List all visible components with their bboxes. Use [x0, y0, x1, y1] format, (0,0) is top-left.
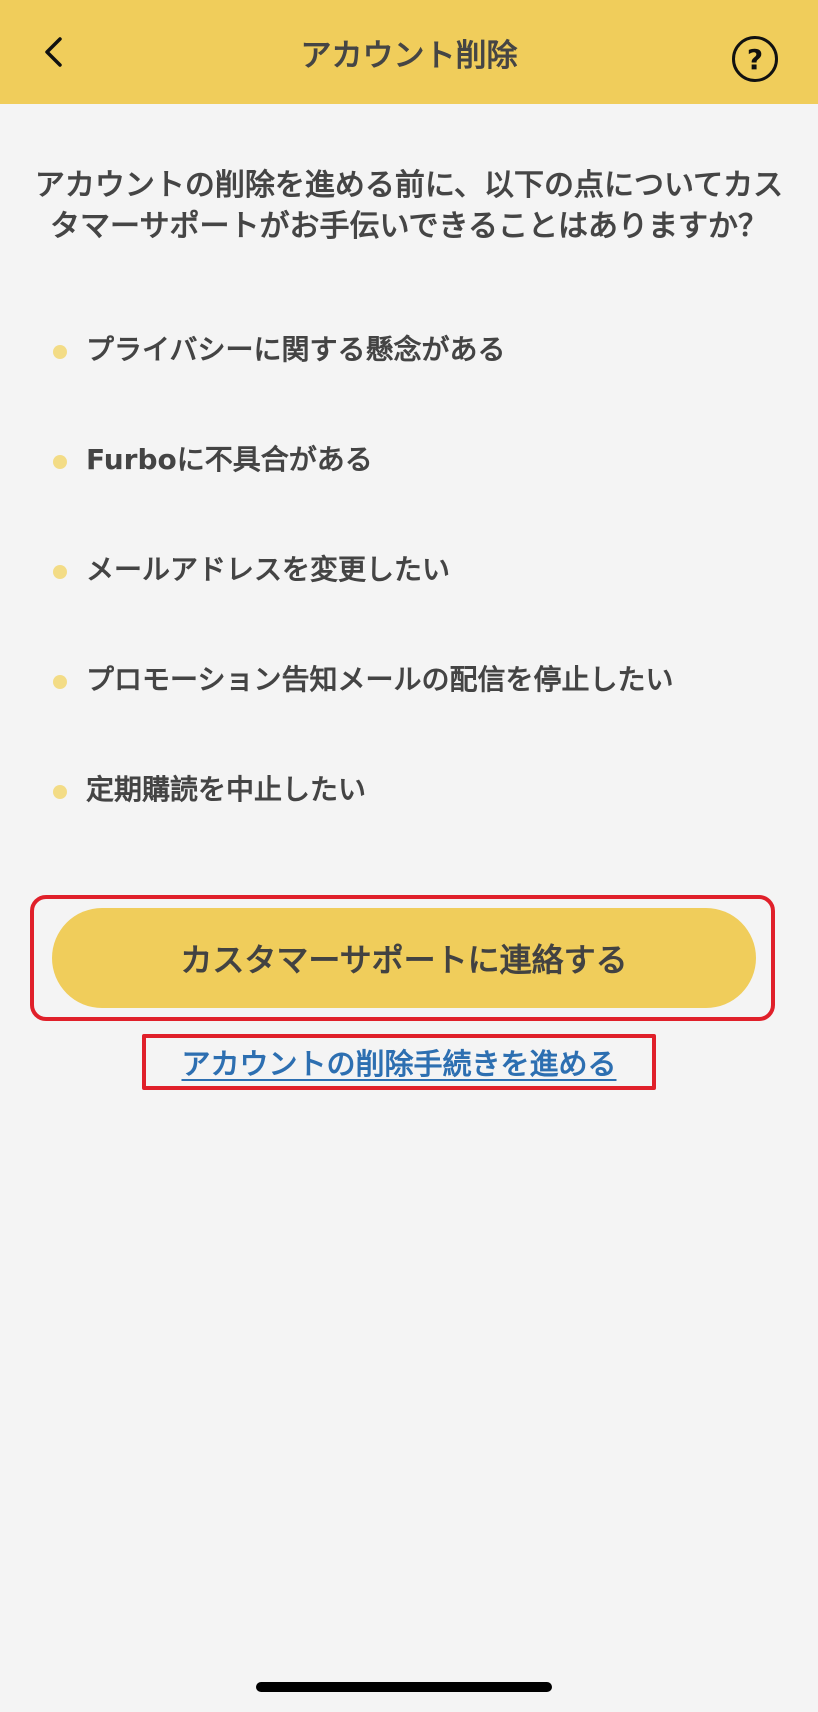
list-item: 定期購読を中止したい	[0, 752, 818, 862]
app-header: アカウント削除 ?	[0, 0, 818, 104]
bullet-dot-icon	[53, 565, 67, 579]
page-title: アカウント削除	[300, 37, 518, 74]
bullet-dot-icon	[53, 345, 67, 359]
reason-label: 定期購読を中止したい	[86, 773, 367, 806]
bullet-dot-icon	[53, 455, 67, 469]
back-button[interactable]	[28, 26, 80, 78]
home-indicator[interactable]	[256, 1682, 552, 1692]
chevron-left-icon	[45, 37, 62, 67]
help-button[interactable]: ?	[732, 36, 778, 82]
reason-label: Furboに不具合がある	[86, 443, 373, 476]
list-item: メールアドレスを変更したい	[0, 532, 818, 642]
list-item: プライバシーに関する懸念がある	[0, 312, 818, 422]
reason-list: プライバシーに関する懸念がある Furboに不具合がある メールアドレスを変更し…	[0, 312, 818, 862]
reason-label: メールアドレスを変更したい	[86, 553, 451, 586]
bullet-dot-icon	[53, 675, 67, 689]
bullet-dot-icon	[53, 785, 67, 799]
proceed-deletion-link[interactable]: アカウントの削除手続きを進める	[142, 1034, 656, 1090]
list-item: Furboに不具合がある	[0, 422, 818, 532]
list-item: プロモーション告知メールの配信を停止したい	[0, 642, 818, 752]
question-circle-icon: ?	[746, 42, 764, 76]
intro-question: アカウントの削除を進める前に、以下の点についてカスタマーサポートがお手伝いできる…	[34, 168, 784, 244]
reason-label: プライバシーに関する懸念がある	[86, 333, 506, 366]
reason-label: プロモーション告知メールの配信を停止したい	[86, 663, 674, 696]
contact-support-button[interactable]: カスタマーサポートに連絡する	[52, 908, 756, 1008]
